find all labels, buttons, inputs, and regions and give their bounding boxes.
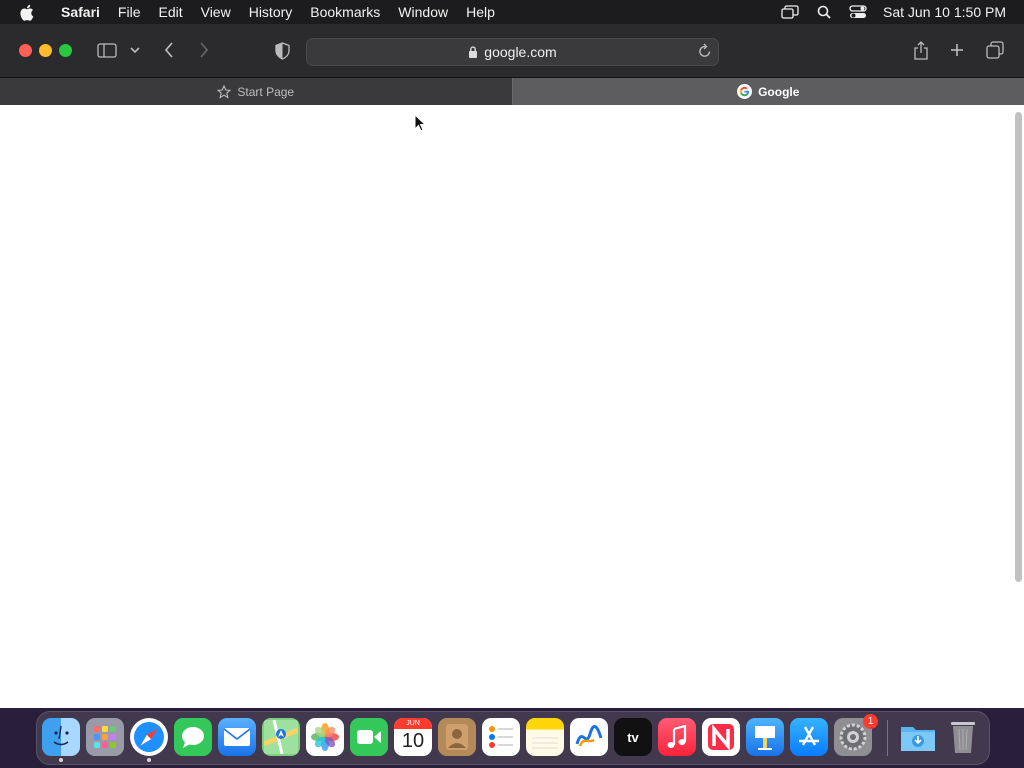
spotlight-search-icon[interactable] bbox=[807, 5, 841, 19]
running-indicator bbox=[147, 758, 151, 762]
privacy-shield-icon[interactable] bbox=[273, 41, 291, 60]
address-bar[interactable]: google.com bbox=[306, 38, 719, 66]
app-store-icon[interactable] bbox=[790, 718, 828, 756]
settings-notification-badge: 1 bbox=[863, 714, 878, 729]
freeform-icon[interactable] bbox=[570, 718, 608, 756]
back-button-icon[interactable] bbox=[160, 41, 178, 59]
menu-bookmarks[interactable]: Bookmarks bbox=[301, 4, 389, 20]
tab-google[interactable]: Google bbox=[511, 78, 1024, 105]
menu-file[interactable]: File bbox=[109, 4, 150, 20]
dock-separator bbox=[887, 720, 888, 756]
calendar-icon[interactable]: JUN 10 bbox=[394, 718, 432, 756]
menu-bar-clock[interactable]: Sat Jun 10 1:50 PM bbox=[875, 4, 1024, 20]
apple-menu-icon[interactable] bbox=[0, 4, 52, 21]
minimize-window-button[interactable] bbox=[39, 44, 52, 57]
reminders-icon[interactable] bbox=[482, 718, 520, 756]
tab-label: Google bbox=[758, 84, 800, 99]
running-indicator bbox=[59, 758, 63, 762]
close-window-button[interactable] bbox=[19, 44, 32, 57]
trash-icon[interactable] bbox=[944, 718, 982, 756]
calendar-month: JUN bbox=[394, 718, 432, 729]
star-icon bbox=[217, 84, 232, 99]
lock-icon bbox=[468, 46, 478, 58]
dock: JUN 10 tv 1 bbox=[36, 711, 990, 765]
safari-icon[interactable] bbox=[130, 718, 168, 756]
google-icon bbox=[737, 84, 753, 99]
music-icon[interactable] bbox=[658, 718, 696, 756]
menu-help[interactable]: Help bbox=[457, 4, 504, 20]
screen-mirroring-icon[interactable] bbox=[773, 5, 807, 19]
menu-view[interactable]: View bbox=[192, 4, 240, 20]
maps-icon[interactable] bbox=[262, 718, 300, 756]
tab-overview-icon[interactable] bbox=[985, 40, 1005, 60]
mail-icon[interactable] bbox=[218, 718, 256, 756]
launchpad-icon[interactable] bbox=[86, 718, 124, 756]
menu-edit[interactable]: Edit bbox=[149, 4, 191, 20]
menu-bar: Safari File Edit View History Bookmarks … bbox=[0, 0, 1024, 24]
reload-icon[interactable] bbox=[698, 43, 712, 62]
safari-window: google.com Start Page Google bbox=[0, 24, 1024, 708]
maximize-window-button[interactable] bbox=[59, 44, 72, 57]
app-menu-safari[interactable]: Safari bbox=[52, 4, 109, 20]
finder-icon[interactable] bbox=[42, 718, 80, 756]
new-tab-plus-icon[interactable] bbox=[948, 41, 966, 59]
calendar-day: 10 bbox=[401, 730, 425, 752]
contacts-icon[interactable] bbox=[438, 718, 476, 756]
address-bar-url: google.com bbox=[484, 44, 557, 60]
share-icon[interactable] bbox=[911, 40, 931, 60]
downloads-folder-icon[interactable] bbox=[899, 718, 937, 756]
tv-icon[interactable]: tv bbox=[614, 718, 652, 756]
keynote-icon[interactable] bbox=[746, 718, 784, 756]
mouse-cursor-icon bbox=[414, 113, 427, 137]
sidebar-toggle-icon[interactable] bbox=[96, 41, 118, 59]
messages-icon[interactable] bbox=[174, 718, 212, 756]
tab-bar: Start Page Google bbox=[0, 78, 1024, 105]
facetime-icon[interactable] bbox=[350, 718, 388, 756]
control-center-icon[interactable] bbox=[841, 5, 875, 19]
vertical-scrollbar[interactable] bbox=[1015, 112, 1022, 582]
menu-history[interactable]: History bbox=[240, 4, 302, 20]
safari-toolbar: google.com bbox=[0, 24, 1024, 78]
menu-window[interactable]: Window bbox=[389, 4, 457, 20]
tv-label: tv bbox=[627, 729, 639, 745]
tab-start-page[interactable]: Start Page bbox=[0, 78, 512, 105]
web-content-area[interactable] bbox=[0, 106, 1024, 708]
news-icon[interactable] bbox=[702, 718, 740, 756]
tab-label: Start Page bbox=[237, 84, 295, 99]
chevron-down-icon[interactable] bbox=[128, 44, 142, 56]
notes-icon[interactable] bbox=[526, 718, 564, 756]
forward-button-icon[interactable] bbox=[195, 41, 213, 59]
photos-icon[interactable] bbox=[306, 718, 344, 756]
